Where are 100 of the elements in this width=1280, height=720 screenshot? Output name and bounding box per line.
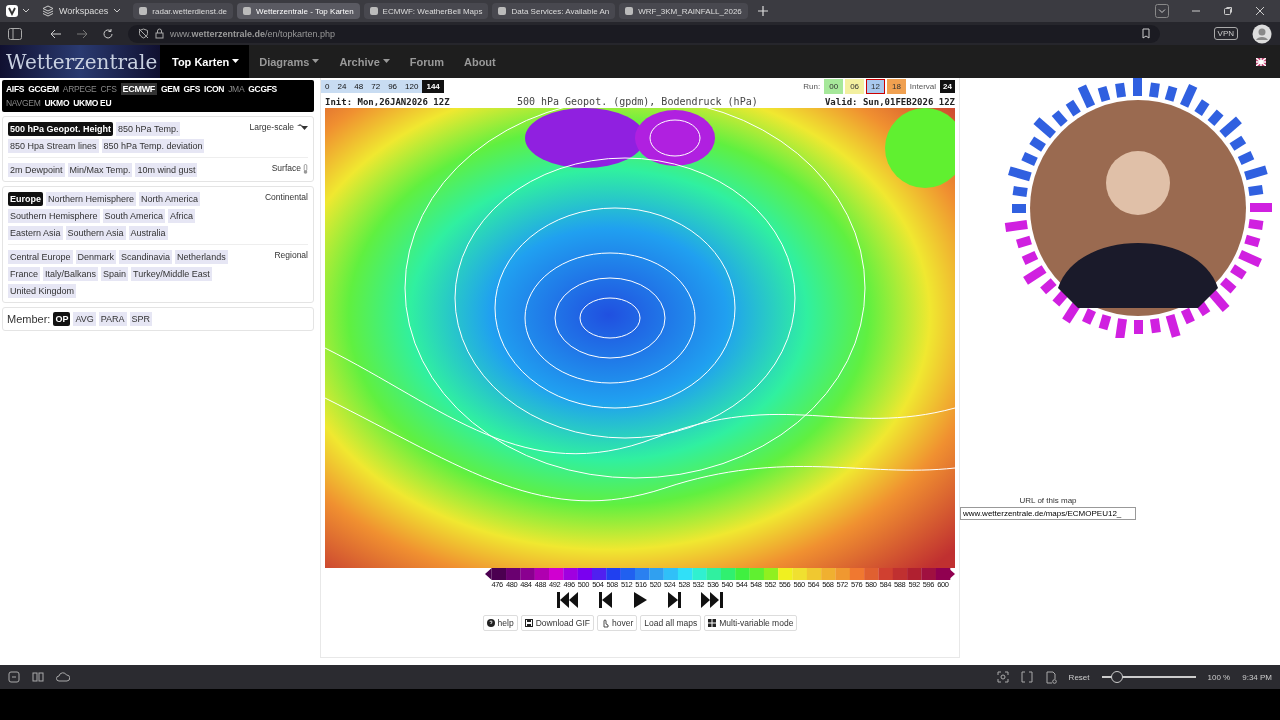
model-link[interactable]: GCGFS	[248, 83, 277, 95]
option-chip[interactable]: Southern Hemisphere	[8, 209, 100, 223]
map-tool-button[interactable]: Load all maps	[640, 615, 702, 631]
save-icon	[524, 619, 533, 627]
close-icon[interactable]	[1255, 6, 1265, 16]
option-chip[interactable]: Central Europe	[8, 250, 73, 264]
workspaces-button[interactable]: Workspaces	[34, 5, 130, 17]
forecast-hour[interactable]: 120	[401, 80, 423, 93]
run-option[interactable]: 00	[824, 79, 844, 94]
option-chip[interactable]: Netherlands	[175, 250, 228, 264]
next-frame-icon[interactable]	[667, 592, 681, 608]
model-link[interactable]: UKMO	[44, 97, 70, 109]
option-chip[interactable]: 2m Dewpoint	[8, 163, 65, 177]
nav-link[interactable]: Forum	[399, 45, 454, 78]
model-link[interactable]: ICON	[204, 83, 225, 95]
nav-link[interactable]: About	[454, 45, 506, 78]
option-chip[interactable]: Australia	[128, 226, 168, 240]
interval-value[interactable]: 24	[940, 80, 955, 93]
forward-icon[interactable]	[76, 28, 88, 39]
model-link[interactable]: UKMO EU	[73, 97, 112, 109]
option-chip[interactable]: Italy/Balkans	[43, 267, 99, 281]
model-link[interactable]: GFS	[183, 83, 201, 95]
previous-frame-icon[interactable]	[599, 592, 613, 608]
forecast-hour[interactable]: 24	[333, 80, 351, 93]
option-chip[interactable]: 10m wind gust	[135, 163, 198, 177]
run-option[interactable]: 12	[866, 79, 885, 94]
option-chip[interactable]: Min/Max Temp.	[67, 163, 133, 177]
browser-tab[interactable]: WRF_3KM_RAINFALL_2026	[619, 3, 748, 19]
capture-icon[interactable]	[996, 671, 1009, 683]
forecast-hour[interactable]: 72	[367, 80, 385, 93]
site-logo[interactable]: Wetterzentrale	[0, 45, 160, 78]
member-option[interactable]: PARA	[98, 312, 127, 326]
map-url-field[interactable]: www.wetterzentrale.de/maps/ECMOPEU12_	[960, 507, 1136, 520]
zoom-reset-button[interactable]: Reset	[1068, 672, 1090, 682]
option-chip[interactable]: 850 hPa Temp. deviation	[101, 139, 205, 153]
nav-link[interactable]: Top Karten	[160, 45, 250, 78]
member-option[interactable]: SPR	[129, 312, 153, 326]
option-chip[interactable]: Denmark	[75, 250, 117, 264]
nav-link[interactable]: Diagrams	[249, 45, 330, 78]
reload-icon[interactable]	[102, 27, 114, 40]
run-option[interactable]: 18	[886, 79, 906, 94]
browser-tab[interactable]: ECMWF: WeatherBell Maps	[363, 3, 489, 19]
option-chip[interactable]: 850 hPa Temp.	[116, 122, 181, 136]
option-chip[interactable]: Northern Hemisphere	[46, 192, 137, 206]
map-tool-button[interactable]: hover	[597, 615, 638, 631]
option-chip[interactable]: Southern Asia	[65, 226, 126, 240]
new-tab-icon[interactable]	[757, 6, 768, 16]
vpn-badge[interactable]: VPN	[1213, 27, 1238, 40]
member-option[interactable]: AVG	[73, 312, 96, 326]
model-link[interactable]: ECMWF	[120, 83, 158, 95]
option-chip[interactable]: United Kingdom	[8, 284, 77, 298]
browser-tab[interactable]: Data Services: Available An	[492, 3, 616, 19]
option-chip[interactable]: Scandinavia	[119, 250, 173, 264]
option-chip[interactable]: Turkey/Middle East	[131, 267, 212, 281]
caret-icon[interactable]	[22, 7, 30, 15]
split-view-icon[interactable]	[1020, 671, 1033, 683]
forecast-hour[interactable]: 144	[422, 80, 444, 93]
member-option[interactable]: OP	[53, 312, 71, 326]
last-frame-icon[interactable]	[701, 592, 723, 608]
option-chip[interactable]: Africa	[168, 209, 196, 223]
option-chip[interactable]: France	[8, 267, 40, 281]
model-link[interactable]: AIFS	[6, 83, 25, 95]
cloud-icon[interactable]	[56, 671, 70, 683]
profile-avatar-icon[interactable]	[1252, 23, 1272, 44]
option-chip[interactable]: Spain	[101, 267, 129, 281]
forecast-hour[interactable]: 0	[321, 80, 334, 93]
browser-tab[interactable]: Wetterzentrale - Top Karten	[237, 3, 360, 19]
zoom-level: 100 %	[1207, 672, 1231, 682]
option-chip[interactable]: Eastern Asia	[8, 226, 63, 240]
address-bar[interactable]: www.wetterzentrale.de/en/topkarten.php	[128, 24, 1160, 43]
run-option[interactable]: 06	[845, 79, 865, 94]
panel-toggle-icon[interactable]	[8, 671, 20, 683]
option-chip[interactable]: 850 Hpa Stream lines	[8, 139, 99, 153]
collapse-toggle-icon[interactable]	[296, 123, 308, 130]
caret-icon	[232, 59, 240, 64]
sidebar-icon[interactable]	[8, 27, 22, 40]
forecast-hour[interactable]: 96	[384, 80, 402, 93]
nav-link[interactable]: Archive	[329, 45, 400, 78]
section-label: Continental	[265, 192, 308, 204]
model-link[interactable]: GEM	[161, 83, 180, 95]
tab-list-icon[interactable]	[1155, 4, 1169, 18]
tiling-icon[interactable]	[32, 671, 44, 683]
back-icon[interactable]	[50, 28, 62, 39]
option-chip[interactable]: Europe	[8, 192, 43, 206]
forecast-hour[interactable]: 48	[350, 80, 368, 93]
restore-icon[interactable]	[1223, 6, 1233, 16]
play-icon[interactable]	[633, 592, 647, 608]
option-chip[interactable]: 500 hPa Geopot. Height	[8, 122, 114, 136]
flag-icon[interactable]	[1256, 57, 1266, 66]
model-link[interactable]: GCGEM	[28, 83, 59, 95]
browser-tab[interactable]: radar.wetterdienst.de	[133, 3, 234, 19]
map-tool-button[interactable]: Download GIF	[520, 615, 595, 631]
option-chip[interactable]: North America	[139, 192, 201, 206]
map-tool-button[interactable]: help	[482, 615, 518, 631]
map-tool-button[interactable]: Multi-variable mode	[704, 615, 798, 631]
page-actions-icon[interactable]	[1044, 670, 1057, 684]
zoom-slider-thumb[interactable]	[1111, 671, 1124, 683]
option-chip[interactable]: South America	[102, 209, 166, 223]
first-frame-icon[interactable]	[557, 592, 579, 608]
browser-logo-icon[interactable]	[6, 5, 18, 17]
